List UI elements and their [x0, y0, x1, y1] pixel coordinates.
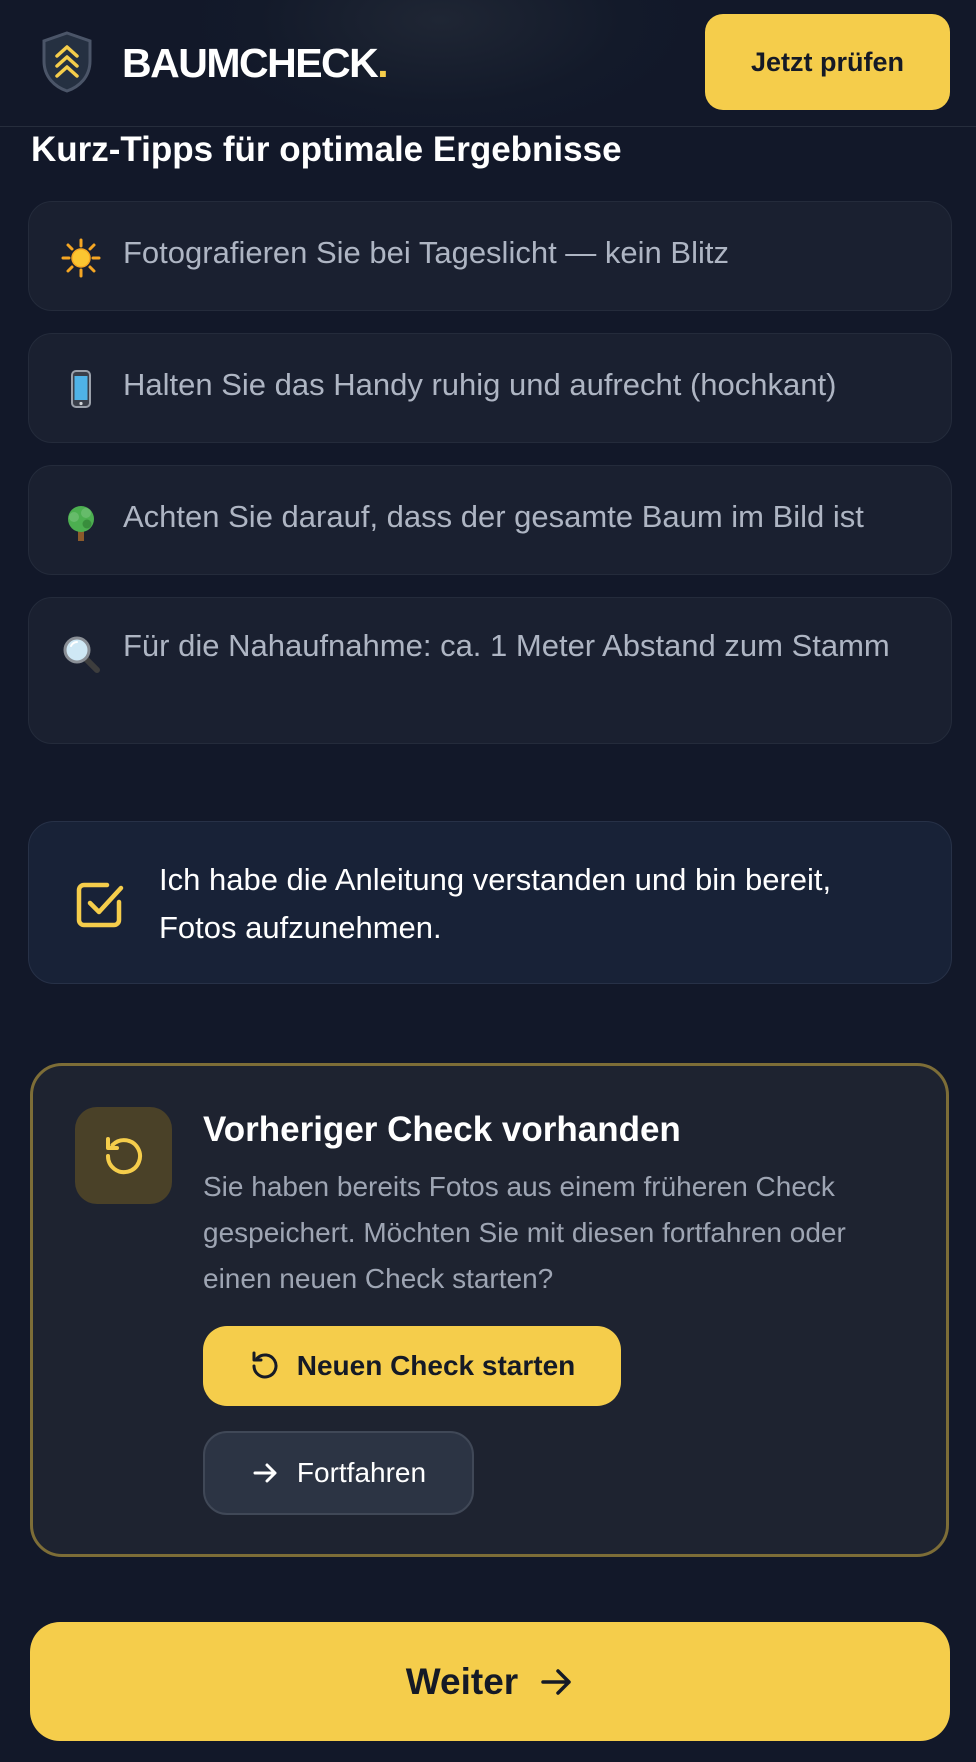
check-now-button[interactable]: Jetzt prüfen — [705, 14, 950, 110]
previous-check-title: Vorheriger Check vorhanden — [203, 1110, 681, 1149]
start-new-check-button[interactable]: Neuen Check starten — [203, 1326, 621, 1406]
arrow-right-icon — [253, 1463, 277, 1483]
tip-card-closeup: Für die Nahaufnahme: ca. 1 Meter Abstand… — [28, 597, 952, 744]
confirm-label: Ich habe die Anleitung verstanden und bi… — [159, 862, 832, 945]
tip-card-daylight: Fotografieren Sie bei Tageslicht — kein … — [28, 201, 952, 311]
brand-dot: . — [377, 40, 388, 86]
history-icon-box — [75, 1107, 172, 1204]
continue-button[interactable]: Fortfahren — [203, 1431, 474, 1515]
magnifier-icon — [61, 634, 101, 674]
continue-label: Fortfahren — [296, 1457, 427, 1488]
app-header: BAUMCHECK. Jetzt prüfen — [0, 0, 976, 127]
next-label: Weiter — [405, 1660, 519, 1702]
tip-text: Halten Sie das Handy ruhig und aufrecht … — [123, 367, 837, 402]
shield-logo-icon[interactable] — [40, 30, 94, 94]
next-button[interactable]: Weiter — [30, 1622, 950, 1741]
restore-icon — [105, 1136, 142, 1174]
phone-icon — [61, 369, 101, 409]
brand-name[interactable]: BAUMCHECK. — [122, 40, 389, 87]
tips-heading: Kurz-Tipps für optimale Ergebnisse — [31, 130, 622, 169]
arrow-right-icon — [541, 1668, 571, 1695]
checkbox-checked-icon[interactable] — [73, 876, 127, 930]
previous-check-description: Sie haben bereits Fotos aus einem früher… — [203, 1171, 846, 1294]
sun-icon — [61, 238, 101, 278]
confirm-instructions-checkbox[interactable]: Ich habe die Anleitung verstanden und bi… — [28, 821, 952, 984]
tip-text: Fotografieren Sie bei Tageslicht — kein … — [123, 235, 729, 270]
previous-check-card: Vorheriger Check vorhanden Sie haben ber… — [30, 1063, 949, 1557]
tip-card-tree: Achten Sie darauf, dass der gesamte Baum… — [28, 465, 952, 575]
restart-icon — [252, 1351, 278, 1379]
start-new-check-label: Neuen Check starten — [296, 1350, 576, 1381]
tip-card-phone: Halten Sie das Handy ruhig und aufrecht … — [28, 333, 952, 443]
tree-icon — [61, 503, 101, 543]
tip-text: Für die Nahaufnahme: ca. 1 Meter Abstand… — [123, 628, 890, 663]
tip-text: Achten Sie darauf, dass der gesamte Baum… — [123, 499, 864, 534]
